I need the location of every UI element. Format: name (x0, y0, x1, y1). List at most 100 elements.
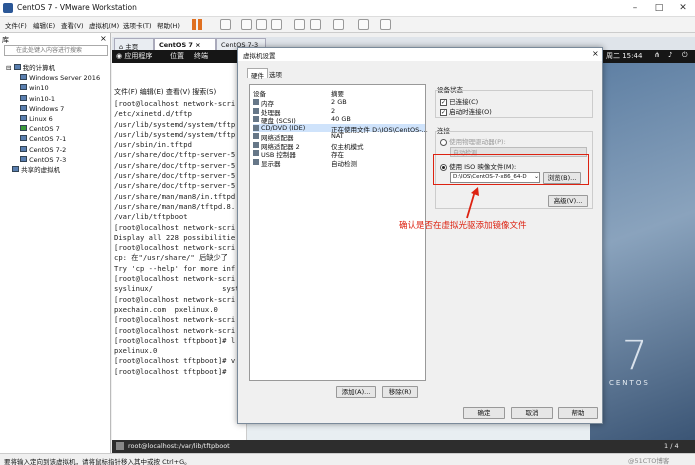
device-row-display[interactable]: 显示器 自动检测 (253, 158, 425, 168)
terminal-line: cp: 在"/usr/share/" 后缺少了 (114, 253, 228, 263)
menu-vm[interactable]: 虚拟机(M) (89, 20, 119, 30)
gnome-terminal-menu[interactable]: 终端 (194, 51, 208, 61)
usb-icon (253, 150, 259, 156)
maximize-icon[interactable]: □ (648, 1, 670, 15)
device-row-usb[interactable]: USB 控制器 存在 (253, 149, 425, 159)
cancel-button[interactable]: 取消 (511, 407, 553, 419)
tab-hardware[interactable]: 硬件 (247, 68, 268, 80)
library-view-icon[interactable] (294, 19, 305, 30)
library-search-input[interactable]: 在此处键入内容进行搜索 (4, 45, 108, 56)
close-icon[interactable]: ✕ (672, 1, 694, 15)
send-keys-icon[interactable] (220, 19, 231, 30)
device-row-network-2[interactable]: 网络适配器 2 仅主机模式 (253, 141, 425, 151)
advanced-button[interactable]: 高级(V)... (548, 195, 588, 207)
expand-icon[interactable]: ⊟ (6, 64, 11, 72)
thumbnail-icon[interactable] (310, 19, 321, 30)
tree-item-vm[interactable]: win10 (6, 83, 100, 93)
vm-icon (20, 125, 27, 132)
check-icon: ✓ (440, 108, 447, 116)
centos-version-number: 7 (622, 333, 648, 379)
tree-item-vm[interactable]: CentOS 7-1 (6, 134, 100, 144)
tree-item-vm[interactable]: CentOS 7-2 (6, 145, 100, 155)
network-adapter-icon (253, 133, 259, 139)
menu-file[interactable]: 文件(F) (5, 20, 27, 30)
device-row-memory[interactable]: 内存 2 GB (253, 98, 425, 108)
tab-centos7[interactable]: CentOS 7 × (154, 38, 216, 50)
volume-icon[interactable]: ♪ (668, 51, 672, 59)
terminal-line: /usr/lib/systemd/system/tftp (114, 129, 236, 139)
manage-snapshots-icon[interactable] (271, 19, 282, 30)
ok-button[interactable]: 确定 (463, 407, 505, 419)
device-row-processor[interactable]: 处理器 2 (253, 107, 425, 117)
terminal-line: /usr/share/doc/tftp-server-5 (114, 150, 236, 160)
terminal-window[interactable]: 文件(F) 编辑(E) 查看(V) 搜索(S) [root@localhost … (112, 63, 247, 440)
terminal-line: [root@localhost network-scri (114, 315, 236, 325)
tree-item-vm[interactable]: Windows 7 (6, 104, 100, 114)
gnome-clock[interactable]: 周二 15:44 (606, 51, 642, 61)
title-bar: CentOS 7 - VMware Workstation – □ ✕ (0, 0, 695, 17)
terminal-line: /etc/xinetd.d/tftp (114, 109, 192, 119)
tab-options[interactable]: 选项 (269, 69, 282, 79)
terminal-line: syslinux/ syste (114, 284, 244, 294)
terminal-line: [root@localhost network-scri (114, 294, 236, 304)
vmware-logo-icon (3, 3, 13, 13)
dialog-close-icon[interactable]: × (592, 49, 599, 58)
remove-button[interactable]: 移除(R) (382, 386, 418, 398)
device-row-harddisk[interactable]: 硬盘 (SCSI) 40 GB (253, 115, 425, 125)
terminal-line: /usr/share/doc/tftp-server-5 (114, 171, 236, 181)
workspace-indicator[interactable]: 1 / 4 (664, 442, 679, 450)
device-row-network[interactable]: 网络适配器 NAT (253, 132, 425, 142)
watermark: @51CTO博客 (628, 457, 670, 465)
close-library-icon[interactable]: × (100, 34, 107, 43)
gnome-places-menu[interactable]: 位置 (170, 51, 184, 61)
connected-checkbox[interactable]: ✓ 已连接(C) (440, 96, 478, 106)
revert-snapshot-icon[interactable] (256, 19, 267, 30)
tree-item-vm[interactable]: CentOS 7 (6, 124, 100, 134)
menu-help[interactable]: 帮助(H) (157, 20, 180, 30)
gnome-apps-menu[interactable]: ◉ 应用程序 (116, 51, 152, 61)
tree-item-vm[interactable]: Linux 6 (6, 114, 100, 124)
harddisk-icon (253, 116, 259, 122)
device-list: 设备 摘要 内存 2 GB 处理器 2 硬盘 (SCSI) 40 GB CD/DVD … (249, 84, 428, 381)
pause-icon-bar (198, 19, 202, 30)
processor-icon (253, 107, 259, 114)
terminal-line: [root@localhost network-scri (114, 325, 236, 335)
network-icon[interactable]: ⋔ (654, 51, 660, 59)
annotation-highlight-box (433, 154, 589, 185)
terminal-line: [root@localhost tftpboot]# v (114, 356, 236, 366)
menu-bar: 文件(F) 编辑(E) 查看(V) 虚拟机(M) 选项卡(T) 帮助(H) (0, 17, 695, 33)
tree-item-vm[interactable]: win10-1 (6, 94, 100, 104)
tab-home[interactable]: ⌂ 主页 (114, 38, 154, 51)
terminal-menu[interactable]: 文件(F) 编辑(E) 查看(V) 搜索(S) (114, 87, 216, 97)
vm-icon (20, 84, 27, 91)
pause-icon[interactable] (192, 19, 196, 30)
check-icon: ✓ (440, 98, 447, 106)
vm-settings-dialog: 虚拟机设置 × 硬件 选项 设备 摘要 内存 2 GB 处理器 2 硬盘 (SCSI… (237, 47, 603, 424)
vm-icon (20, 104, 27, 111)
fullscreen-icon[interactable] (358, 19, 369, 30)
connect-on-power-checkbox[interactable]: ✓ 启动时连接(O) (440, 106, 492, 116)
menu-edit[interactable]: 编辑(E) (33, 20, 55, 30)
minimize-icon[interactable]: – (624, 1, 646, 15)
menu-view[interactable]: 查看(V) (61, 20, 84, 30)
snapshot-icon[interactable] (241, 19, 252, 30)
help-button[interactable]: 帮助 (558, 407, 598, 419)
tree-shared-vms[interactable]: 共享的虚拟机 (6, 165, 100, 175)
terminal-task[interactable]: root@localhost:/var/lib/tftpboot (128, 442, 230, 450)
unity-icon[interactable] (380, 19, 391, 30)
terminal-line: /usr/lib/systemd/system/tftp (114, 119, 236, 129)
power-icon[interactable]: ⏻ (682, 51, 688, 60)
device-row-cdrom[interactable]: CD/DVD (IDE) 正在使用文件 D:\IOS\CentOS-... (253, 123, 428, 134)
tree-item-vm[interactable]: Windows Server 2016 (6, 73, 100, 83)
terminal-line: /usr/share/doc/tftp-server-5 (114, 160, 236, 170)
physical-drive-radio[interactable]: 使用物理驱动器(P): (440, 136, 506, 146)
tree-my-computer[interactable]: ⊟ 我的计算机 (6, 63, 100, 73)
menu-tabs[interactable]: 选项卡(T) (123, 20, 152, 30)
terminal-task-icon (116, 442, 124, 450)
gnome-desktop: 7 CENTOS (590, 63, 695, 440)
tree-item-vm[interactable]: CentOS 7-3 (6, 155, 100, 165)
terminal-line: /usr/sbin/in.tftpd (114, 140, 192, 150)
tab-close-icon[interactable]: × (195, 41, 200, 49)
console-view-icon[interactable] (333, 19, 344, 30)
add-button[interactable]: 添加(A)... (336, 386, 376, 398)
